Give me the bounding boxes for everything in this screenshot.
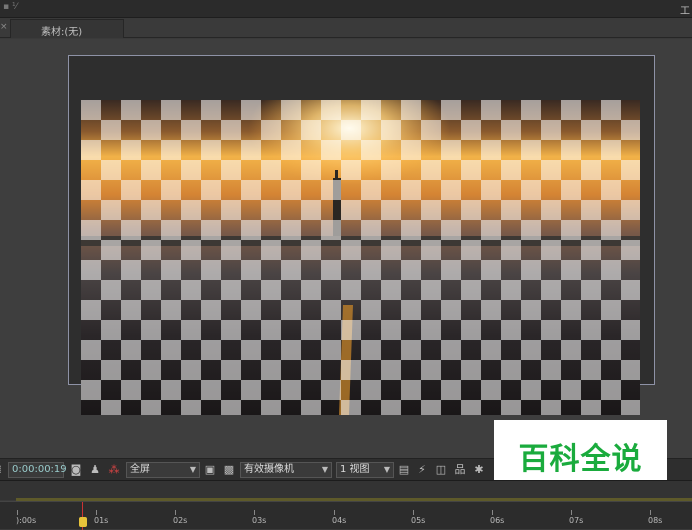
camera-select[interactable]: 有效摄像机 ▼ [240, 462, 332, 478]
ruler-tick [413, 510, 414, 515]
ruler-label: 05s [411, 516, 426, 525]
current-time-indicator[interactable] [79, 517, 87, 527]
channels-icon[interactable]: ⁂ [107, 463, 121, 477]
flowchart-icon[interactable]: 品 [453, 463, 467, 477]
zoom-select-value: 全屏 [130, 464, 150, 475]
zoom-select[interactable]: 全屏 ▼ [126, 462, 200, 478]
ruler-tick [571, 510, 572, 515]
chevron-down-icon: ▼ [321, 465, 328, 474]
time-ruler[interactable]: ):00s 01s 02s 03s 04s 05s 06s 07s 08s [0, 501, 692, 530]
ruler-label: 07s [569, 516, 584, 525]
ruler-tick [492, 510, 493, 515]
ruler-label: 08s [648, 516, 663, 525]
panel-menu-icon[interactable]: ▪ ¹⁄ [3, 2, 17, 12]
ruler-label: ):00s [16, 516, 37, 525]
view-layout-value: 1 视图 [340, 464, 370, 475]
view-layout-select[interactable]: 1 视图 ▼ [336, 462, 394, 478]
ruler-label: 02s [173, 516, 188, 525]
ruler-tick [175, 510, 176, 515]
close-icon[interactable]: × [0, 22, 10, 36]
ruler-tick [17, 510, 18, 515]
snapshot-icon[interactable]: ◙ [69, 463, 83, 477]
ruler-label: 06s [490, 516, 505, 525]
ruler-label: 03s [252, 516, 267, 525]
ruler-tick [96, 510, 97, 515]
workspace-label[interactable]: 工 [680, 2, 690, 17]
chevron-down-icon: ▼ [383, 465, 390, 474]
transparency-grid-icon[interactable]: ▩ [222, 463, 236, 477]
show-snapshot-icon[interactable]: ♟ [88, 463, 102, 477]
tab-footage[interactable]: 素材:(无) [10, 19, 124, 38]
exposure-icon[interactable]: ✱ [472, 463, 486, 477]
panel-titlebar: ▪ ¹⁄ 工 [0, 0, 692, 18]
ruler-label: 04s [332, 516, 347, 525]
viewer-tabbar: × 素材:(无) [0, 18, 692, 38]
camera-select-value: 有效摄像机 [244, 464, 294, 475]
ruler-tick [334, 510, 335, 515]
tab-footage-label: 素材:(无) [41, 27, 83, 38]
ruler-label: 01s [94, 516, 109, 525]
toggle-pixel-aspect-icon[interactable]: ▤ [397, 463, 411, 477]
ruler-tick [254, 510, 255, 515]
timecode-display[interactable]: 0:00:00:19 [8, 462, 67, 478]
watermark-title: 百科全说 [518, 442, 643, 477]
fast-preview-icon[interactable]: ⚡ [415, 463, 429, 477]
timeline-header [0, 480, 692, 500]
composition-image [81, 100, 640, 415]
ruler-tick [650, 510, 651, 515]
region-of-interest-icon[interactable]: ▣ [203, 463, 217, 477]
chevron-down-icon: ▼ [189, 465, 196, 474]
resize-handle-icon[interactable]: ⁞ [0, 463, 4, 477]
timeline-icon[interactable]: ◫ [434, 463, 448, 477]
